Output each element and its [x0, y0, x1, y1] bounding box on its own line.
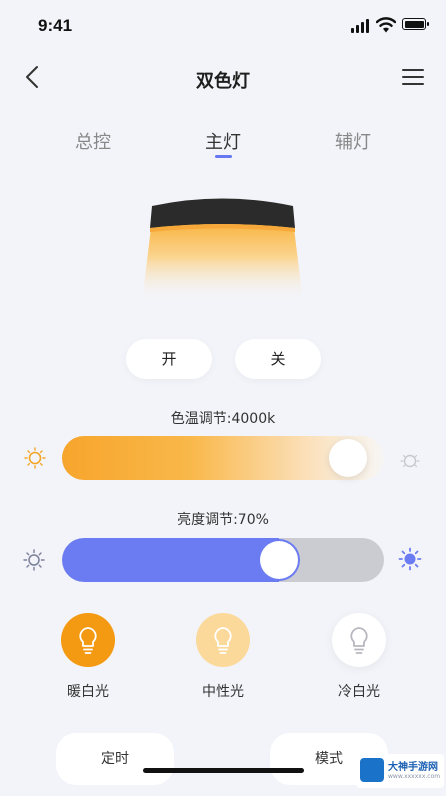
tab-main-light[interactable]: 主灯 [205, 128, 241, 154]
bulb-icon [79, 627, 97, 654]
home-indicator [143, 768, 304, 773]
cool-light-icon [400, 454, 420, 468]
tab-master-control[interactable]: 总控 [75, 128, 111, 154]
warm-white-mode-button[interactable] [61, 613, 115, 667]
tab-auxiliary-light[interactable]: 辅灯 [335, 128, 371, 154]
wifi-icon [376, 17, 396, 33]
brightness-slider-handle[interactable] [259, 541, 298, 579]
watermark-url: www.xxxxxx.com [388, 773, 441, 780]
neutral-mode-label: 中性光 [202, 684, 244, 700]
cellular-signal-icon [351, 19, 371, 33]
color-temp-slider-handle[interactable] [329, 439, 368, 477]
brightness-slider[interactable] [62, 538, 384, 582]
timer-button[interactable]: 定时 [56, 733, 174, 785]
watermark-logo-icon [360, 758, 384, 782]
warm-light-icon [24, 447, 46, 469]
active-tab-indicator [215, 155, 232, 158]
watermark-logo: 大神手游网 www.xxxxxx.com [356, 754, 444, 788]
battery-icon [402, 18, 429, 30]
status-bar: 9:41 [0, 0, 446, 54]
warm-white-mode-label: 暖白光 [67, 684, 109, 700]
brightness-high-icon [398, 547, 422, 571]
cool-white-mode-button[interactable] [332, 613, 386, 667]
bulb-icon [214, 627, 232, 654]
menu-icon[interactable] [402, 67, 424, 87]
cool-white-mode-label: 冷白光 [338, 684, 380, 700]
brightness-low-icon [23, 549, 45, 571]
color-temp-label: 色温调节:4000k [170, 411, 276, 427]
power-on-button[interactable]: 开 [126, 339, 212, 379]
lamp-illustration [142, 198, 303, 302]
status-time: 9:41 [38, 16, 73, 35]
power-off-button[interactable]: 关 [235, 339, 321, 379]
page-title: 双色灯 [196, 71, 250, 92]
bulb-icon [350, 627, 368, 654]
watermark-text: 大神手游网 [388, 762, 438, 773]
brightness-slider-fill [62, 538, 279, 582]
brightness-label: 亮度调节:70% [177, 512, 269, 528]
neutral-mode-button[interactable] [196, 613, 250, 667]
